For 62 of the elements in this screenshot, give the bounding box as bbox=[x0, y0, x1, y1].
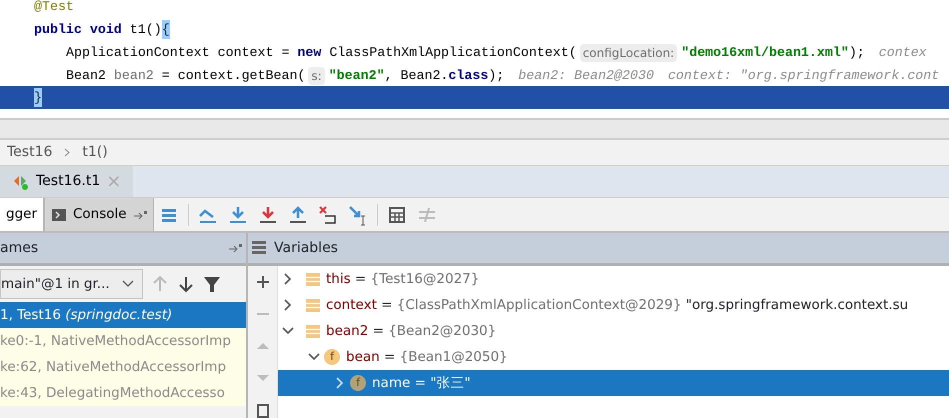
variable-name: bean2 bbox=[114, 66, 154, 85]
variable-text: context = {ClassPathXmlApplicationContext@2029} "org.springframework.context.su bbox=[326, 296, 908, 315]
chevron-down-icon[interactable] bbox=[308, 351, 320, 363]
string-literal: "bean2" bbox=[328, 66, 385, 85]
horizontal-scrollbar[interactable] bbox=[0, 118, 949, 140]
chevron-right-icon[interactable] bbox=[282, 273, 294, 285]
variable-text: bean = {Bean1@2050} bbox=[346, 348, 508, 367]
variable-text: bean2 = {Bean2@2030} bbox=[326, 322, 496, 341]
run-tab[interactable]: Test16.t1 × bbox=[0, 166, 134, 197]
code-keyword: public void bbox=[34, 20, 122, 39]
chevron-icon bbox=[64, 148, 70, 157]
variable-text: name = "张三" bbox=[372, 374, 471, 393]
frames-title: ames bbox=[0, 238, 38, 258]
code-text: ApplicationContext context = bbox=[66, 44, 290, 62]
arrow-down-icon[interactable] bbox=[177, 275, 195, 293]
console-tab[interactable]: Console bbox=[43, 198, 154, 231]
code-text: Bean2 bbox=[66, 66, 107, 85]
brace: { bbox=[162, 20, 170, 40]
variable-text: this = {Test16@2027} bbox=[326, 270, 480, 289]
variable-icon bbox=[306, 298, 320, 312]
code-keyword: new bbox=[297, 44, 322, 62]
pin-icon bbox=[228, 243, 242, 253]
string-literal: "demo16xml/bean1.xml" bbox=[681, 44, 849, 62]
chevron-down-icon[interactable] bbox=[282, 325, 294, 337]
chevron-right-icon[interactable] bbox=[334, 377, 346, 389]
brace: } bbox=[34, 88, 42, 108]
plus-icon[interactable] bbox=[254, 274, 270, 290]
code-text: ); bbox=[488, 66, 504, 85]
variable-row[interactable]: f bean = {Bean1@2050} bbox=[278, 344, 949, 370]
filter-icon[interactable] bbox=[203, 275, 221, 293]
variable-row[interactable]: context = {ClassPathXmlApplicationContext@2029} "org.springframework.context.su bbox=[278, 292, 949, 318]
code-text: t1() bbox=[128, 20, 162, 39]
parameter-hint: configLocation: bbox=[580, 44, 678, 62]
inline-value-hint: bean2: Bean2@2030 bbox=[518, 66, 654, 85]
stack-frame[interactable]: 1, Test16 (springdoc.test) bbox=[0, 302, 246, 328]
annotation: @Test bbox=[34, 0, 74, 16]
copy-icon[interactable] bbox=[254, 402, 270, 418]
chevron-down-icon bbox=[122, 280, 134, 288]
console-icon bbox=[51, 206, 67, 222]
debugger-tab[interactable]: gger bbox=[0, 198, 43, 231]
variables-title: Variables bbox=[274, 238, 338, 258]
field-icon: f bbox=[350, 375, 366, 391]
method-crumb[interactable]: t1() bbox=[82, 142, 108, 163]
list-icon bbox=[252, 240, 266, 256]
code-text: ClassPathXmlApplicationContext( bbox=[328, 44, 577, 62]
variable-row[interactable]: bean2 = {Bean2@2030} bbox=[278, 318, 949, 344]
code-text: ); bbox=[848, 44, 865, 62]
field-icon: f bbox=[324, 349, 340, 365]
variable-row[interactable]: f name = "张三" bbox=[278, 370, 949, 396]
variable-row[interactable]: this = {Test16@2027} bbox=[278, 266, 949, 292]
inline-value-hint: context: "org.springframework.cont bbox=[668, 66, 940, 85]
inline-value-hint: contex bbox=[878, 44, 927, 62]
code-keyword: class bbox=[448, 66, 488, 85]
code-text: = context.getBean( bbox=[160, 66, 306, 85]
code-text: , Bean2. bbox=[384, 66, 448, 85]
chevron-right-icon[interactable] bbox=[282, 299, 294, 311]
variable-icon bbox=[306, 272, 320, 286]
thread-dropdown[interactable]: main"@1 in gr... bbox=[0, 269, 143, 299]
class-crumb[interactable]: Test16 bbox=[7, 142, 52, 163]
pin-icon bbox=[132, 210, 147, 220]
parameter-hint: s: bbox=[308, 66, 325, 84]
variable-icon bbox=[306, 324, 320, 338]
